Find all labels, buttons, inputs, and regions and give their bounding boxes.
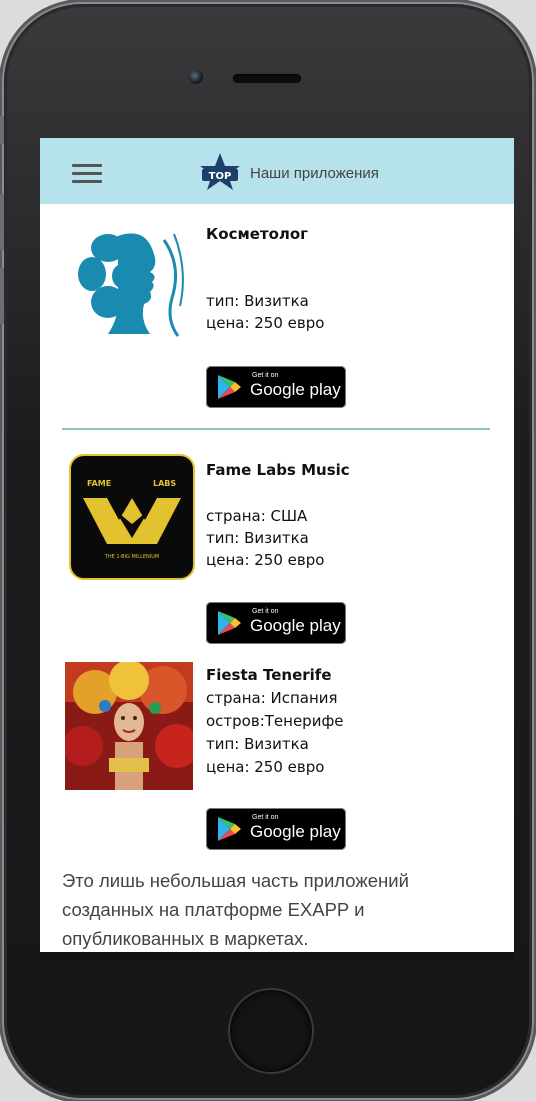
speaker-grille: [233, 74, 301, 83]
app-name: Косметолог: [206, 225, 309, 243]
svg-text:LABS: LABS: [153, 479, 176, 488]
mute-switch: [0, 116, 4, 144]
google-play-button[interactable]: Get it on Google play: [206, 602, 346, 644]
app-island: остров:Тенерифе: [206, 712, 344, 730]
app-type: тип: Визитка: [206, 292, 309, 310]
app-name: Fame Labs Music: [206, 461, 350, 479]
star-logo-icon: TOP: [200, 153, 240, 190]
google-play-icon: [218, 375, 241, 399]
bottom-strip: [40, 952, 514, 960]
cosmetologist-logo-icon: [78, 233, 184, 337]
app-type: тип: Визитка: [206, 735, 309, 753]
app-screen: TOP Наши приложения Косметолог тип: Визи…: [40, 138, 514, 960]
google-play-icon: [218, 611, 241, 635]
app-country: страна: Испания: [206, 689, 338, 707]
app-type: тип: Визитка: [206, 529, 309, 547]
google-play-button[interactable]: Get it on Google play: [206, 808, 346, 850]
app-price: цена: 250 евро: [206, 314, 325, 332]
camera-icon: [189, 70, 203, 84]
svg-text:TOP: TOP: [209, 171, 232, 182]
google-play-button[interactable]: Get it on Google play: [206, 366, 346, 408]
app-price: цена: 250 евро: [206, 758, 325, 776]
google-play-icon: [218, 817, 241, 841]
svg-text:THE 1-BIG MILLENIUM: THE 1-BIG MILLENIUM: [104, 554, 159, 560]
divider: [62, 428, 490, 430]
svg-text:FAME: FAME: [87, 479, 111, 488]
volume-up-button: [0, 194, 4, 250]
phone-frame: TOP Наши приложения Косметолог тип: Визи…: [0, 4, 532, 1098]
fame-labs-logo-icon: FAME LABS THE 1-BIG MILLENIUM: [69, 454, 195, 580]
app-price: цена: 250 евро: [206, 551, 325, 569]
fiesta-carnival-image: [65, 662, 193, 790]
footer-text: Это лишь небольшая часть приложений созд…: [62, 870, 409, 949]
top-bar: TOP Наши приложения: [40, 138, 514, 204]
page-title: Наши приложения: [250, 165, 379, 182]
volume-down-button: [0, 268, 4, 324]
menu-icon[interactable]: [72, 164, 102, 184]
app-country: страна: США: [206, 507, 308, 525]
app-name: Fiesta Tenerife: [206, 666, 332, 684]
home-button[interactable]: [230, 990, 312, 1072]
